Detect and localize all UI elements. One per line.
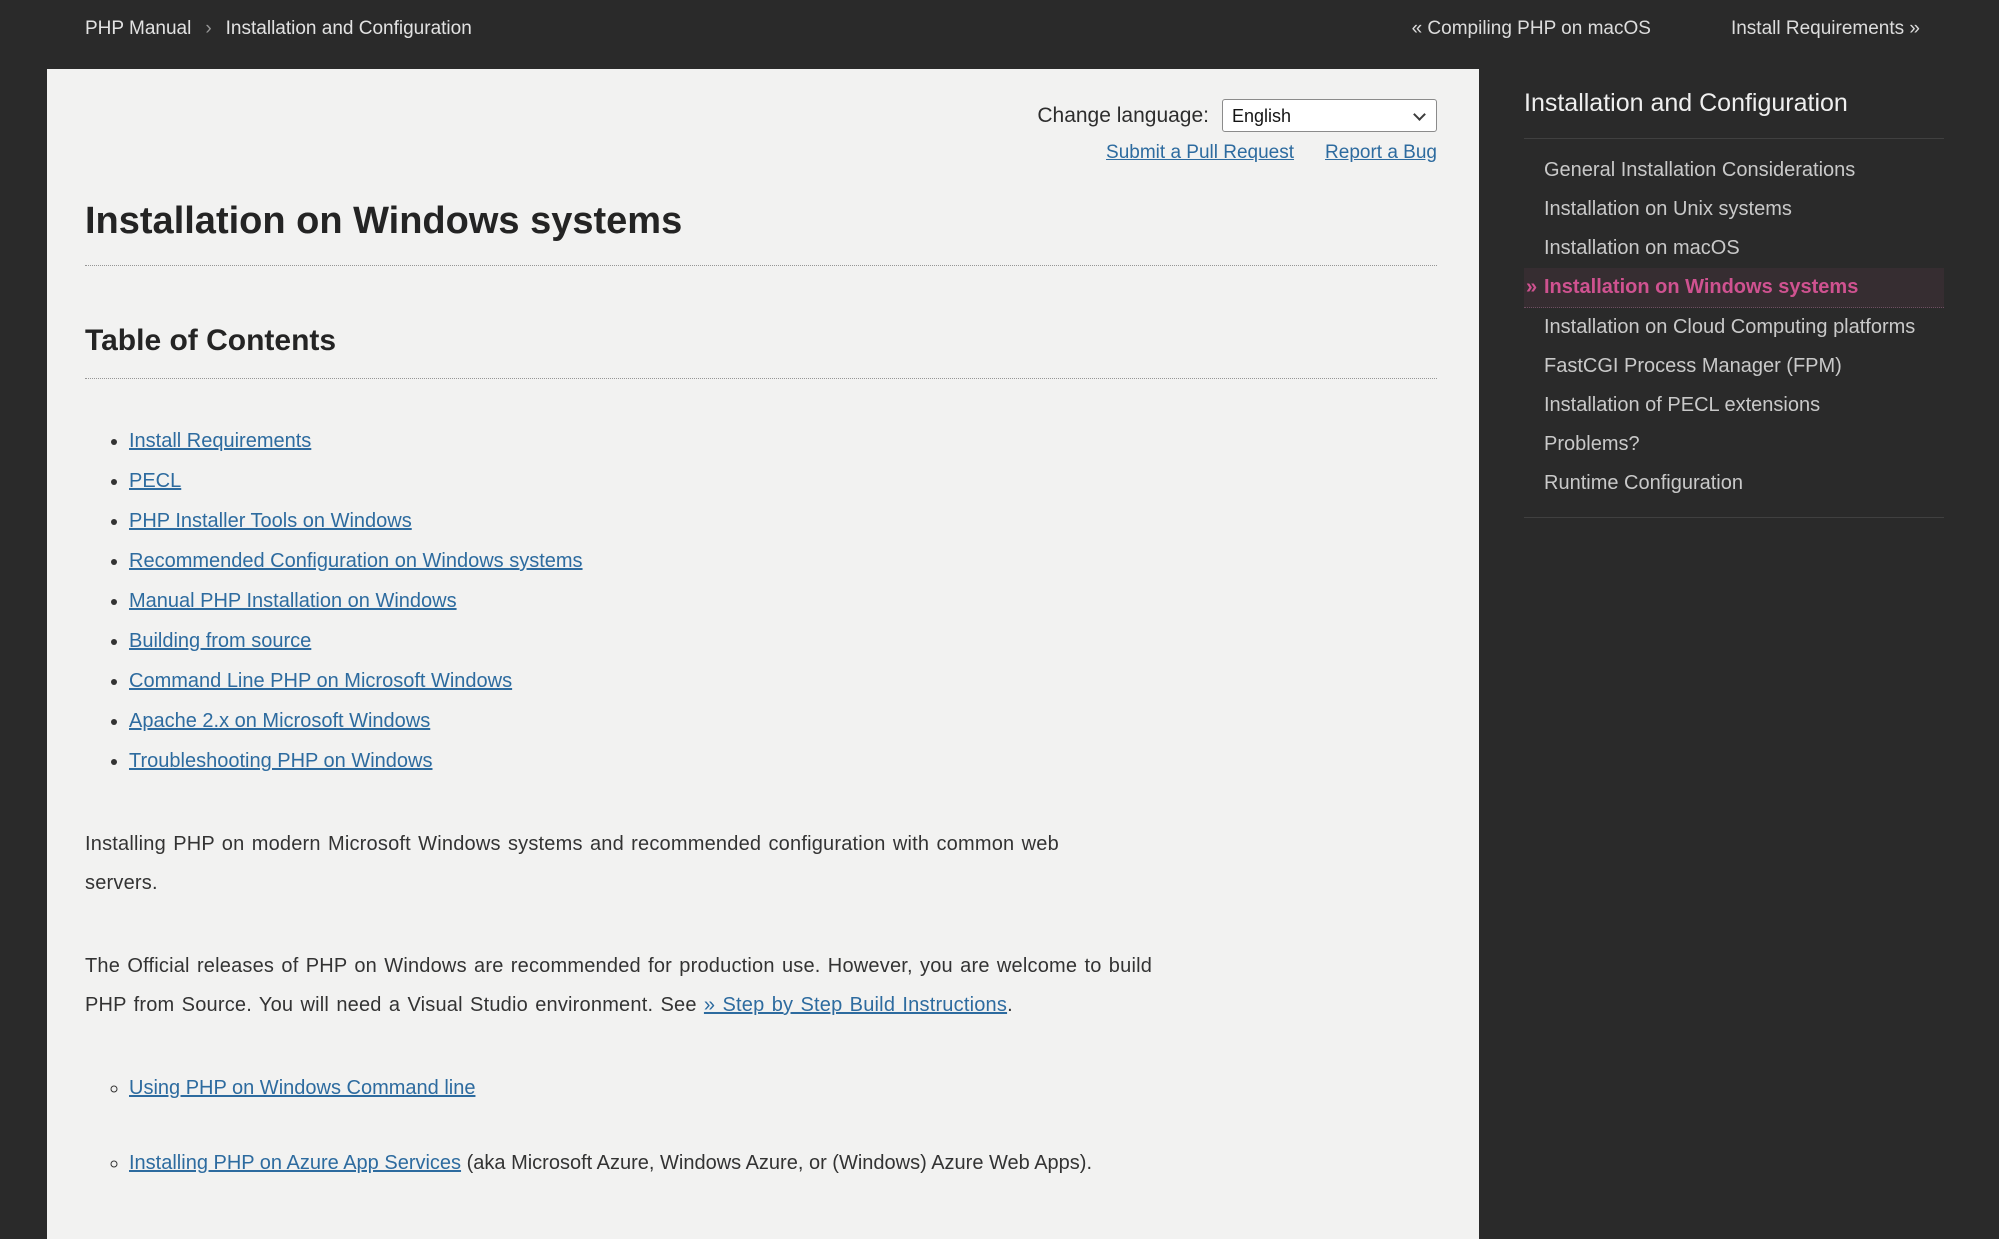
table-of-contents: Install Requirements PECL PHP Installer … <box>85 421 1437 781</box>
toc-item: Command Line PHP on Microsoft Windows <box>129 661 1437 701</box>
toc-item: Apache 2.x on Microsoft Windows <box>129 701 1437 741</box>
paragraph-text: . <box>1007 994 1013 1016</box>
official-releases-paragraph: The Official releases of PHP on Windows … <box>85 947 1160 1025</box>
current-page-marker-icon: » <box>1526 268 1537 307</box>
change-language-label: Change language: <box>1037 104 1209 128</box>
main-content: Change language: English Submit a Pull R… <box>47 69 1479 1239</box>
sidebar-menu: General Installation Considerations Inst… <box>1524 138 1944 518</box>
sidebar-item[interactable]: FastCGI Process Manager (FPM) <box>1524 347 1944 386</box>
sidebar-item[interactable]: Runtime Configuration <box>1524 464 1944 503</box>
sidebar: Installation and Configuration General I… <box>1524 69 1944 518</box>
toc-link[interactable]: Install Requirements <box>129 430 311 452</box>
sidebar-item-link[interactable]: Installation on macOS <box>1544 237 1740 259</box>
toc-link[interactable]: PHP Installer Tools on Windows <box>129 510 412 532</box>
sidebar-item-link[interactable]: Problems? <box>1544 433 1640 455</box>
sidebar-item[interactable]: Installation on Cloud Computing platform… <box>1524 308 1944 347</box>
sidebar-item-link[interactable]: Installation on Windows systems <box>1544 276 1858 298</box>
toc-link[interactable]: Troubleshooting PHP on Windows <box>129 750 433 772</box>
report-a-bug-link[interactable]: Report a Bug <box>1325 142 1437 164</box>
sidebar-item[interactable]: Problems? <box>1524 425 1944 464</box>
intro-paragraph: Installing PHP on modern Microsoft Windo… <box>85 825 1105 903</box>
submit-pull-request-link[interactable]: Submit a Pull Request <box>1106 142 1294 164</box>
toc-link[interactable]: Recommended Configuration on Windows sys… <box>129 550 583 572</box>
sidebar-item[interactable]: General Installation Considerations <box>1524 151 1944 190</box>
sidebar-item[interactable]: Installation on Unix systems <box>1524 190 1944 229</box>
toc-link[interactable]: Manual PHP Installation on Windows <box>129 590 457 612</box>
breadcrumb: PHP Manual › Installation and Configurat… <box>85 18 472 40</box>
toc-item: Recommended Configuration on Windows sys… <box>129 541 1437 581</box>
toc-item: PHP Installer Tools on Windows <box>129 501 1437 541</box>
sidebar-item-link[interactable]: Runtime Configuration <box>1544 472 1743 494</box>
sidebar-item[interactable]: Installation on macOS <box>1524 229 1944 268</box>
breadcrumb-php-manual-link[interactable]: PHP Manual <box>85 18 191 40</box>
toc-link[interactable]: Apache 2.x on Microsoft Windows <box>129 710 430 732</box>
breadcrumb-current-link[interactable]: Installation and Configuration <box>226 18 472 40</box>
page-title: Installation on Windows systems <box>85 200 1437 266</box>
sub-topic-note: (aka Microsoft Azure, Windows Azure, or … <box>461 1152 1092 1174</box>
sidebar-item-link[interactable]: Installation of PECL extensions <box>1544 394 1820 416</box>
sidebar-item-link[interactable]: General Installation Considerations <box>1544 159 1855 181</box>
toc-item: Building from source <box>129 621 1437 661</box>
toc-item: Manual PHP Installation on Windows <box>129 581 1437 621</box>
language-select-wrap: English <box>1222 99 1437 132</box>
sub-topic-link[interactable]: Installing PHP on Azure App Services <box>129 1152 461 1174</box>
next-page-link[interactable]: Install Requirements » <box>1731 18 1920 40</box>
toc-item: PECL <box>129 461 1437 501</box>
sidebar-item-link[interactable]: Installation on Cloud Computing platform… <box>1544 316 1915 338</box>
prev-page-link[interactable]: « Compiling PHP on macOS <box>1412 18 1651 40</box>
contribute-links: Submit a Pull Request Report a Bug <box>85 142 1437 164</box>
sub-topic-list: Using PHP on Windows Command line Instal… <box>85 1069 1437 1183</box>
top-bar: PHP Manual › Installation and Configurat… <box>0 0 1999 58</box>
sidebar-title: Installation and Configuration <box>1524 89 1944 118</box>
build-instructions-link[interactable]: » Step by Step Build Instructions <box>704 994 1007 1016</box>
sidebar-item-link[interactable]: FastCGI Process Manager (FPM) <box>1544 355 1842 377</box>
sidebar-item-link[interactable]: Installation on Unix systems <box>1544 198 1792 220</box>
sub-topic-item: Using PHP on Windows Command line <box>129 1069 1437 1108</box>
toc-item: Troubleshooting PHP on Windows <box>129 741 1437 781</box>
language-bar: Change language: English <box>85 99 1437 132</box>
toc-link[interactable]: PECL <box>129 470 181 492</box>
toc-link[interactable]: Command Line PHP on Microsoft Windows <box>129 670 512 692</box>
toc-link[interactable]: Building from source <box>129 630 311 652</box>
sub-topic-link[interactable]: Using PHP on Windows Command line <box>129 1077 475 1099</box>
toc-item: Install Requirements <box>129 421 1437 461</box>
breadcrumb-separator-icon: › <box>205 18 211 40</box>
sidebar-item[interactable]: Installation of PECL extensions <box>1524 386 1944 425</box>
language-select[interactable]: English <box>1222 99 1437 132</box>
toc-heading: Table of Contents <box>85 324 1437 379</box>
page-navigation: « Compiling PHP on macOS Install Require… <box>1412 18 1920 40</box>
sidebar-item[interactable]: » Installation on Windows systems <box>1524 268 1944 308</box>
sub-topic-item: Installing PHP on Azure App Services (ak… <box>129 1144 1437 1183</box>
page-layout: Change language: English Submit a Pull R… <box>0 58 1999 1239</box>
